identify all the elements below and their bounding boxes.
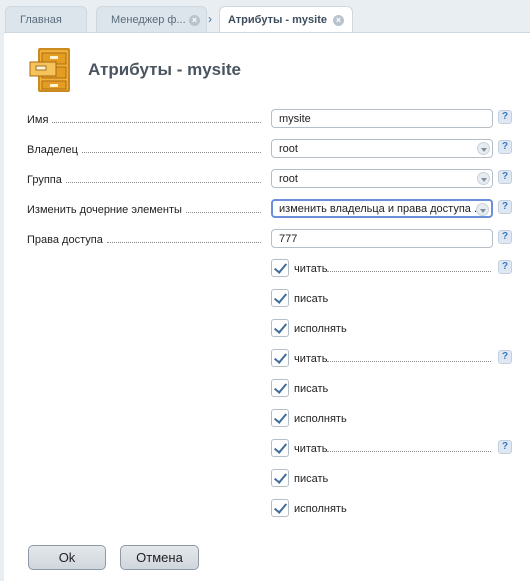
help-icon[interactable]: ? (498, 230, 512, 244)
help-icon[interactable]: ? (498, 440, 512, 454)
chevron-down-icon[interactable] (477, 142, 490, 155)
chevron-down-icon[interactable] (477, 172, 490, 185)
others-execute-label: исполнять (294, 503, 347, 515)
page-title: Атрибуты - mysite (88, 60, 241, 79)
chevron-right-icon: › (208, 12, 212, 26)
help-icon[interactable]: ? (498, 200, 512, 214)
group-write-label: писать (294, 383, 329, 395)
tab-file-manager[interactable]: Менеджер ф... × (96, 6, 207, 33)
others-write-checkbox[interactable] (271, 469, 289, 487)
name-input[interactable]: mysite (271, 109, 493, 128)
group-select[interactable]: root (271, 169, 493, 188)
others-read-label: читать (294, 441, 491, 455)
help-icon[interactable]: ? (498, 170, 512, 184)
group-read-checkbox[interactable] (271, 349, 289, 367)
others-read-checkbox[interactable] (271, 439, 289, 457)
permissions-input[interactable]: 777 (271, 229, 493, 248)
owner-read-checkbox[interactable] (271, 259, 289, 277)
owner-read-label: читать (294, 261, 491, 275)
recursive-select[interactable]: изменить владельца и права доступа ... (271, 199, 493, 218)
ok-button[interactable]: Ok (28, 545, 106, 570)
owner-execute-checkbox[interactable] (271, 319, 289, 337)
group-write-checkbox[interactable] (271, 379, 289, 397)
owner-execute-label: исполнять (294, 323, 347, 335)
tab-file-manager-label: Менеджер ф... (111, 14, 186, 26)
chevron-down-icon[interactable] (476, 203, 489, 216)
recursive-label: Изменить дочерние элементы (27, 202, 261, 216)
owner-label: Владелец (27, 142, 261, 156)
tab-attributes-label: Атрибуты - mysite (228, 14, 327, 26)
others-write-label: писать (294, 473, 329, 485)
tab-attributes[interactable]: Атрибуты - mysite × (219, 6, 353, 34)
close-icon[interactable]: × (189, 15, 200, 26)
others-execute-checkbox[interactable] (271, 499, 289, 517)
help-icon[interactable]: ? (498, 260, 512, 274)
help-icon[interactable]: ? (498, 350, 512, 364)
help-icon[interactable]: ? (498, 110, 512, 124)
recursive-select-value: изменить владельца и права доступа ... (279, 203, 484, 215)
close-icon[interactable]: × (333, 15, 344, 26)
owner-write-checkbox[interactable] (271, 289, 289, 307)
group-select-value: root (279, 173, 298, 185)
tab-home[interactable]: Главная (5, 6, 87, 33)
name-label: Имя (27, 112, 261, 126)
tab-home-label: Главная (20, 14, 62, 26)
owner-select[interactable]: root (271, 139, 493, 158)
cancel-button[interactable]: Отмена (120, 545, 199, 570)
tab-bar: Главная Менеджер ф... × › Атрибуты - mys… (0, 0, 530, 34)
group-execute-checkbox[interactable] (271, 409, 289, 427)
owner-select-value: root (279, 143, 298, 155)
group-read-label: читать (294, 351, 491, 365)
group-label: Группа (27, 172, 261, 186)
owner-write-label: писать (294, 293, 329, 305)
permissions-label: Права доступа (27, 232, 261, 246)
group-execute-label: исполнять (294, 413, 347, 425)
help-icon[interactable]: ? (498, 140, 512, 154)
file-cabinet-icon (29, 48, 70, 92)
